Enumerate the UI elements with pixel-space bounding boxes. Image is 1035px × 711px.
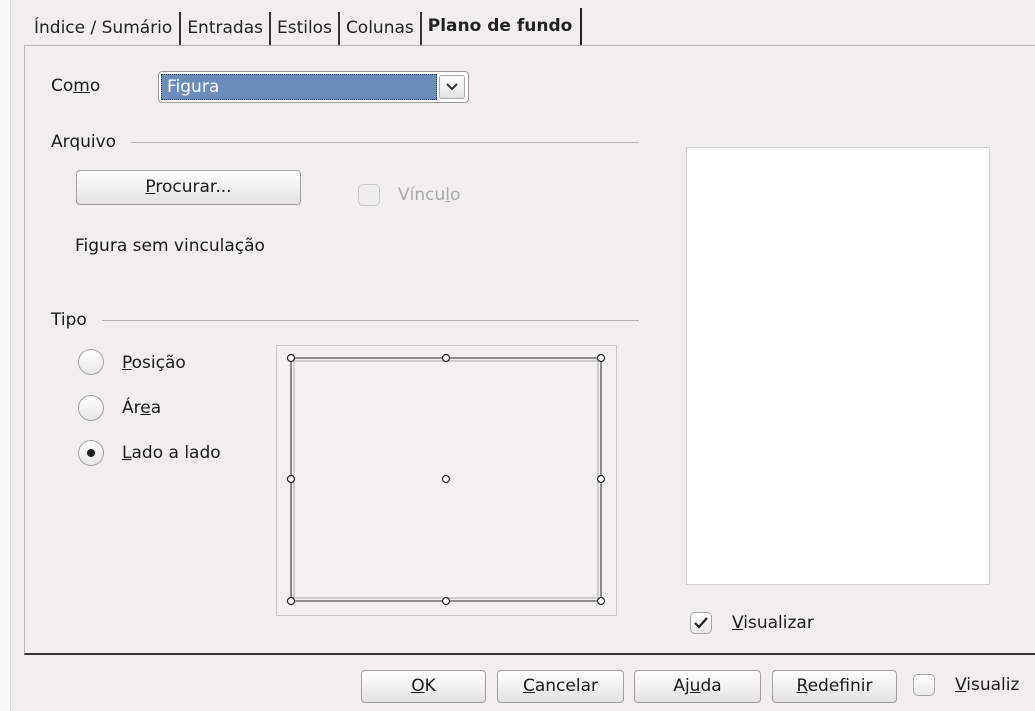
help-button[interactable]: Ajuda	[634, 670, 761, 703]
arquivo-section-label: Arquivo	[51, 132, 117, 152]
tab-estilos[interactable]: Estilos	[271, 12, 340, 46]
chevron-down-icon[interactable]	[439, 75, 465, 99]
link-checkbox-label: Vínculo	[398, 185, 461, 205]
reset-button[interactable]: Redefinir	[772, 670, 897, 703]
preview-checkbox[interactable]	[690, 612, 712, 634]
footer-preview-label: Visualiz	[955, 675, 1020, 695]
como-label: Como	[51, 76, 101, 96]
radio-lado-a-lado[interactable]	[78, 440, 104, 466]
tab-entradas[interactable]: Entradas	[181, 12, 271, 46]
ok-button[interactable]: OK	[361, 670, 486, 703]
tab-bar: Índice / Sumário Entradas Estilos Coluna…	[28, 8, 583, 46]
position-point-top-right	[596, 353, 606, 363]
position-point-bottom-center	[441, 596, 451, 606]
tab-plano-de-fundo[interactable]: Plano de fundo	[422, 8, 583, 46]
arquivo-separator	[131, 142, 639, 143]
position-grid-svg	[286, 353, 606, 606]
radio-posicao[interactable]	[78, 349, 104, 375]
position-point-bottom-left	[286, 596, 296, 606]
position-point-bottom-right	[596, 596, 606, 606]
radio-area[interactable]	[78, 395, 104, 421]
position-point-middle-left	[286, 474, 296, 484]
position-point-top-left	[286, 353, 296, 363]
preview-checkbox-label: Visualizar	[732, 613, 814, 633]
radio-selected-dot	[87, 449, 95, 457]
position-point-center	[441, 474, 451, 484]
checkmark-icon	[694, 617, 708, 629]
radio-lado-a-lado-label: Lado a lado	[122, 443, 221, 463]
position-point-middle-right	[596, 474, 606, 484]
footer-preview-checkbox[interactable]	[913, 674, 935, 696]
browse-button[interactable]: Procurar...	[76, 170, 301, 205]
tipo-separator	[102, 320, 639, 321]
background-preview	[686, 147, 990, 585]
position-point-top-center	[441, 353, 451, 363]
link-status-text: Figura sem vinculação	[75, 236, 265, 256]
position-grid[interactable]	[276, 345, 617, 616]
tab-colunas[interactable]: Colunas	[340, 12, 422, 46]
tab-indice-sumario[interactable]: Índice / Sumário	[28, 12, 182, 46]
como-selected-value: Figura	[161, 74, 437, 100]
como-select[interactable]: Figura	[158, 71, 469, 103]
link-checkbox[interactable]	[358, 184, 380, 206]
radio-posicao-label: Posição	[122, 353, 186, 373]
radio-area-label: Área	[122, 398, 162, 418]
cancel-button[interactable]: Cancelar	[497, 670, 624, 703]
window-left-edge	[0, 0, 11, 711]
tipo-section-label: Tipo	[51, 310, 87, 330]
